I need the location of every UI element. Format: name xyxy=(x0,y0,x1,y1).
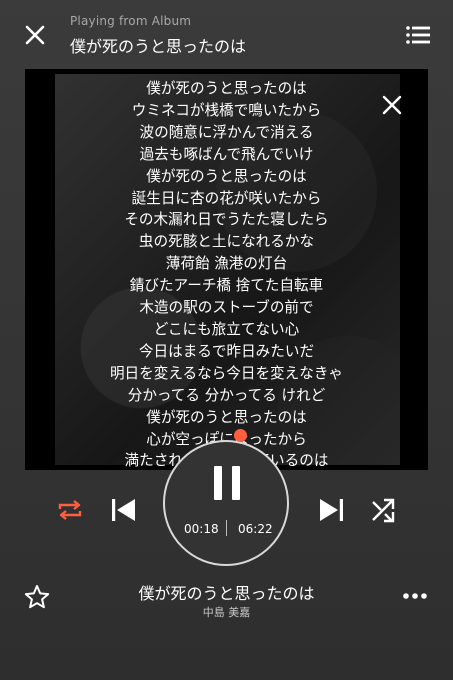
queue-button[interactable] xyxy=(405,24,431,46)
lyric-line: 波の随意に浮かんで消える xyxy=(139,123,314,141)
playing-from-label: Playing from Album xyxy=(70,14,192,28)
close-icon xyxy=(25,25,45,45)
lyric-line: 僕が死のうと思ったのは xyxy=(146,408,307,426)
lyric-line: 今日はまるで昨日みたいだ xyxy=(138,342,315,360)
queue-icon xyxy=(406,26,430,44)
lyric-line: 虫の死骸と土になれるかな xyxy=(138,233,315,251)
track-title: 僕が死のうと思ったのは xyxy=(138,584,315,603)
lyric-line: どこにも旅立てない心 xyxy=(153,320,300,338)
next-track-button[interactable] xyxy=(318,496,346,524)
play-pause-button[interactable] xyxy=(163,440,289,566)
seek-handle[interactable] xyxy=(234,429,247,442)
total-duration: 06:22 xyxy=(238,522,273,536)
track-artist[interactable]: 中島 美嘉 xyxy=(0,604,453,620)
more-icon xyxy=(403,593,427,599)
shuffle-icon xyxy=(372,498,395,523)
lyric-line: ウミネコが桟橋で鳴いたから xyxy=(131,101,322,119)
time-divider xyxy=(226,520,227,536)
elapsed-time: 00:18 xyxy=(184,522,219,536)
shuffle-button[interactable] xyxy=(369,496,397,524)
lyric-line: 僕が死のうと思ったのは xyxy=(146,80,307,97)
lyric-line: その木漏れ日でうたた寝したら xyxy=(124,211,329,229)
repeat-icon xyxy=(58,500,82,520)
lyric-line: 錆びたアーチ橋 捨てた自転車 xyxy=(129,277,324,295)
album-title: 僕が死のうと思ったのは xyxy=(70,37,247,56)
album-artwork: 僕が死のうと思ったのは ウミネコが桟橋で鳴いたから 波の随意に浮かんで消える 過… xyxy=(25,69,428,470)
close-player-button[interactable] xyxy=(22,22,48,48)
next-icon xyxy=(320,499,343,521)
close-icon xyxy=(382,95,402,115)
lyric-line: 明日を変えるなら今日を変えなきゃ xyxy=(109,364,344,382)
lyrics-panel[interactable]: 僕が死のうと思ったのは ウミネコが桟橋で鳴いたから 波の随意に浮かんで消える 過… xyxy=(25,78,428,470)
lyric-line: 木造の駅のストーブの前で xyxy=(139,299,314,317)
lyric-line: 過去も啄ばんで飛んでいけ xyxy=(139,145,314,163)
more-options-button[interactable] xyxy=(402,588,428,604)
lyric-line: 薄荷飴 漁港の灯台 xyxy=(165,255,288,273)
pause-icon xyxy=(211,465,243,501)
lyric-line: 分かってる 分かってる けれど xyxy=(127,386,326,404)
previous-track-button[interactable] xyxy=(109,496,137,524)
previous-icon xyxy=(112,499,135,521)
lyric-line: 僕が死のうと思ったのは xyxy=(146,167,307,185)
lyric-line: 誕生日に杏の花が咲いたから xyxy=(131,189,322,207)
repeat-button[interactable] xyxy=(55,495,85,525)
close-lyrics-button[interactable] xyxy=(380,93,404,117)
